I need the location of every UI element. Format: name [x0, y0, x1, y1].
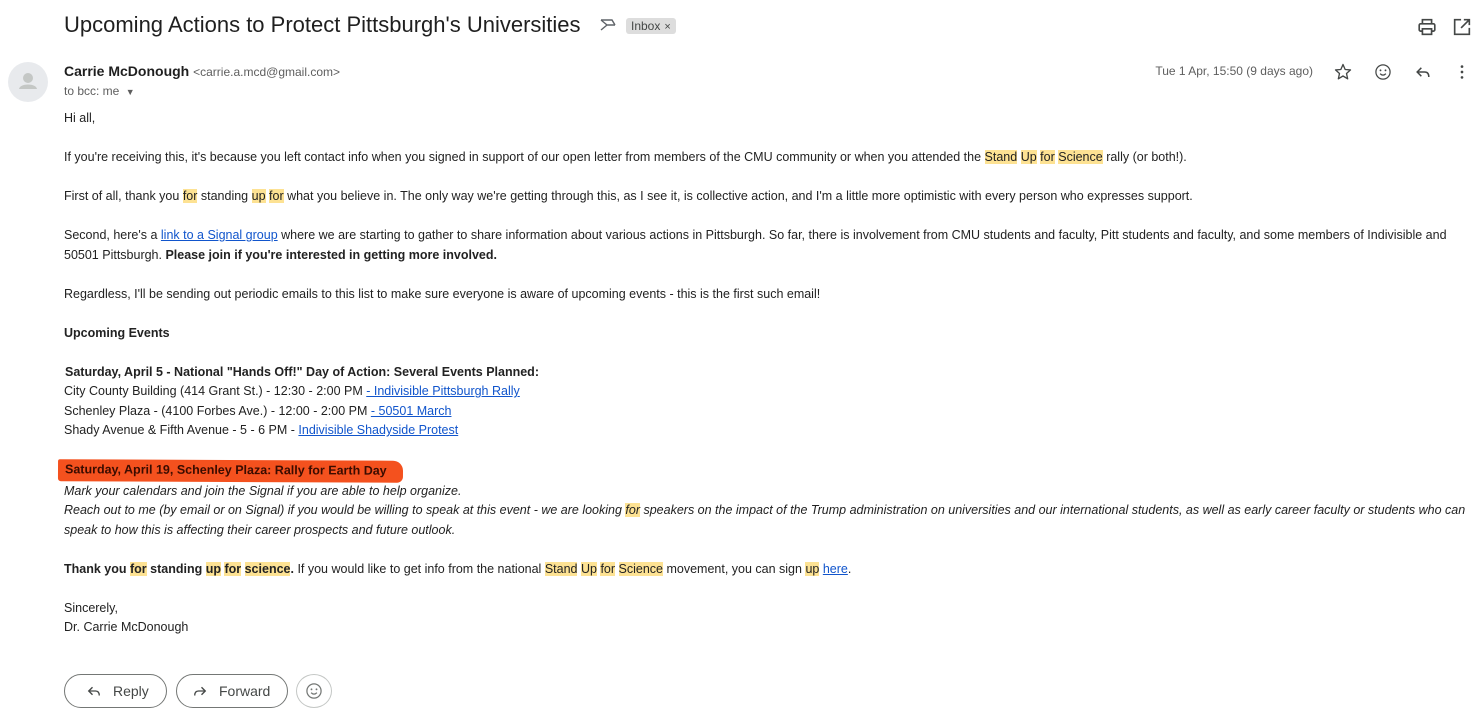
reply-button[interactable]: Reply: [64, 674, 167, 708]
email-date: Tue 1 Apr, 15:50 (9 days ago): [1155, 64, 1313, 78]
event-2: Saturday, April 19, Schenley Plaza: Rall…: [57, 459, 1476, 540]
paragraph-intro: If you're receiving this, it's because y…: [64, 150, 1187, 164]
indivisible-rally-link[interactable]: - Indivisible Pittsburgh Rally: [366, 384, 520, 398]
email-body: Hi all, If you're receiving this, it's b…: [57, 109, 1476, 638]
shadyside-protest-link[interactable]: Indivisible Shadyside Protest: [298, 423, 458, 437]
recipients-toggle[interactable]: to bcc: me ▼: [64, 84, 135, 98]
recipients-text: to bcc: me: [64, 84, 120, 98]
chevron-down-icon[interactable]: ▼: [126, 87, 135, 97]
greeting: Hi all,: [64, 111, 96, 125]
event-1: Saturday, April 5 - National "Hands Off!…: [64, 363, 1476, 441]
sender-email: <carrie.a.mcd@gmail.com>: [193, 65, 341, 79]
signature: Dr. Carrie McDonough: [64, 620, 189, 634]
event-1-line-1: City County Building (414 Grant St.) - 1…: [64, 384, 520, 398]
inbox-label-text: Inbox: [631, 19, 661, 33]
star-icon[interactable]: [1333, 62, 1353, 82]
emoji-icon[interactable]: [1373, 62, 1393, 82]
event-1-line-2: Schenley Plaza - (4100 Forbes Ave.) - 12…: [64, 403, 452, 418]
closing: Sincerely,: [64, 600, 118, 615]
event-1-title: Saturday, April 5 - National "Hands Off!…: [65, 364, 539, 379]
print-icon[interactable]: [1416, 16, 1438, 38]
event-1-line-3: Shady Avenue & Fifth Avenue - 5 - 6 PM -…: [64, 423, 459, 437]
signup-here-link[interactable]: here: [823, 562, 848, 576]
forward-label: Forward: [219, 683, 271, 699]
paragraph-regardless: Regardless, I'll be sending out periodic…: [64, 286, 821, 301]
event-2-line-1: Mark your calendars and join the Signal …: [64, 483, 462, 498]
avatar[interactable]: [8, 62, 48, 102]
paragraph-thanks: First of all, thank you for standing up …: [64, 189, 1193, 203]
reply-label: Reply: [113, 683, 149, 699]
sender-name[interactable]: Carrie McDonough: [64, 63, 189, 79]
avatar-icon: [19, 73, 37, 89]
more-vert-icon[interactable]: [1452, 62, 1472, 82]
remove-label-icon[interactable]: ×: [664, 21, 670, 33]
event-2-title: Saturday, April 19, Schenley Plaza: Rall…: [57, 459, 403, 483]
open-new-window-icon[interactable]: [1451, 16, 1473, 38]
paragraph-signal: Second, here's a link to a Signal group …: [64, 228, 1447, 262]
upcoming-heading: Upcoming Events: [64, 325, 170, 340]
forward-icon: [194, 686, 207, 696]
march-link[interactable]: - 50501 March: [371, 404, 452, 418]
reply-icon: [87, 686, 100, 696]
inbox-label-chip[interactable]: Inbox ×: [626, 18, 676, 34]
email-subject: Upcoming Actions to Protect Pittsburgh's…: [64, 12, 581, 37]
forward-button[interactable]: Forward: [176, 674, 288, 708]
label-important-icon[interactable]: [599, 18, 617, 36]
paragraph-closing-thanks: Thank you for standing up for science. I…: [64, 561, 852, 576]
signal-group-link[interactable]: link to a Signal group: [161, 228, 278, 242]
sender: Carrie McDonough <carrie.a.mcd@gmail.com…: [64, 63, 340, 79]
emoji-icon: [306, 683, 322, 699]
event-2-line-2: Reach out to me (by email or on Signal) …: [64, 503, 1466, 537]
react-emoji-button[interactable]: [296, 674, 332, 708]
reply-icon[interactable]: [1413, 62, 1433, 82]
